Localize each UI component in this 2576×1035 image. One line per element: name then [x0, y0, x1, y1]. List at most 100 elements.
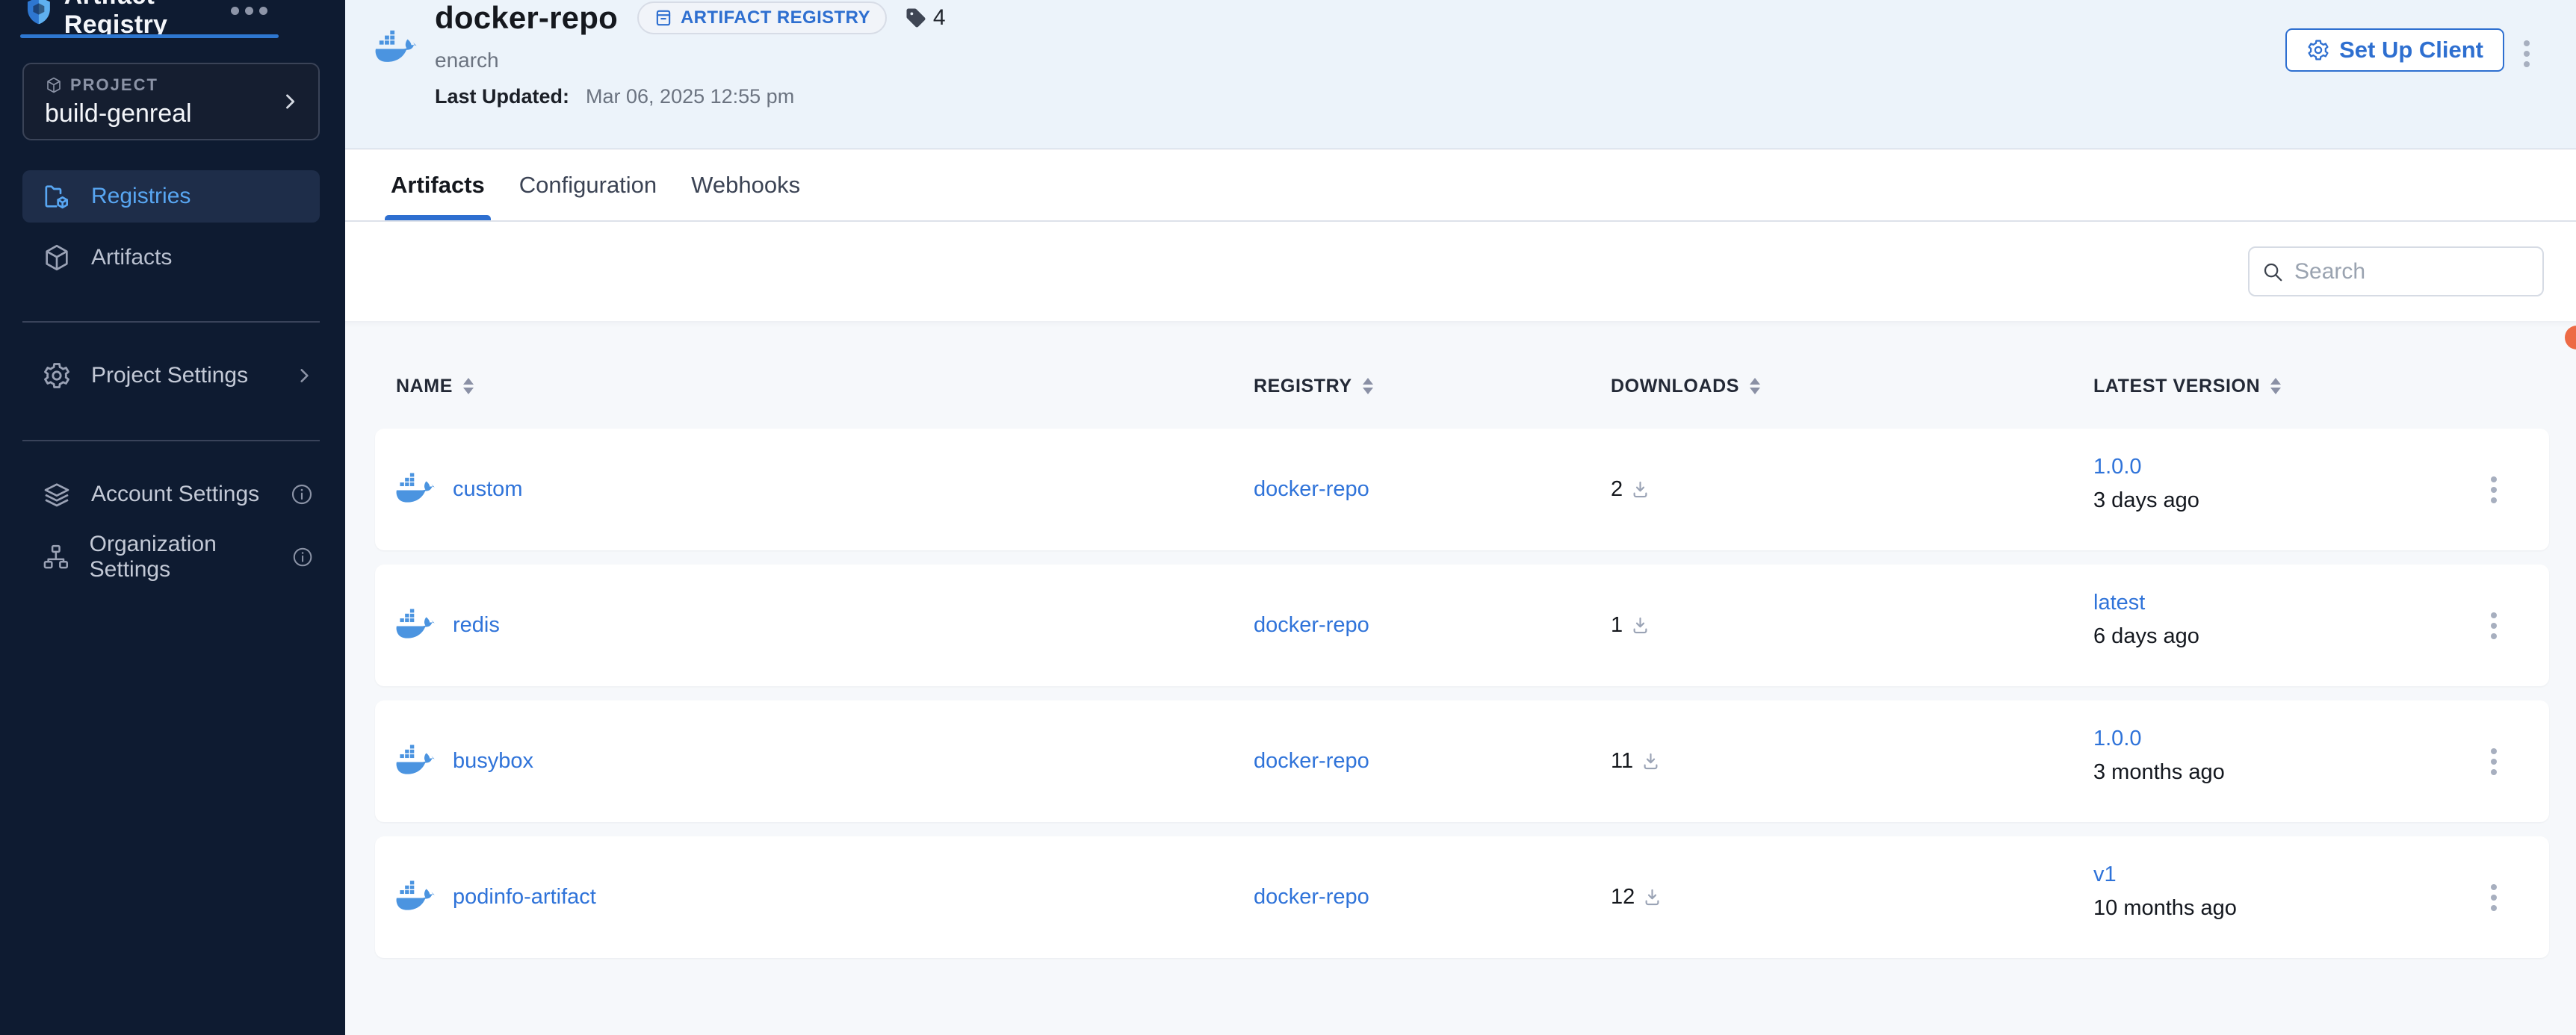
tag-icon — [905, 7, 927, 29]
search-box[interactable] — [2248, 246, 2544, 296]
registry-link[interactable]: docker-repo — [1254, 885, 1369, 910]
column-header-name[interactable]: NAME — [396, 376, 1254, 397]
sidebar-item-account-settings[interactable]: Account Settings — [22, 468, 320, 520]
gear-icon — [42, 361, 72, 391]
sidebar-item-registries[interactable]: Registries — [22, 170, 320, 223]
artifact-name-link[interactable]: redis — [453, 613, 500, 638]
registry-link[interactable]: docker-repo — [1254, 477, 1369, 502]
docker-whale-icon — [396, 745, 436, 779]
gear-icon — [2306, 38, 2330, 62]
info-icon[interactable] — [290, 482, 314, 506]
downloads-count: 2 — [1611, 477, 1623, 502]
page-title: docker-repo — [435, 0, 618, 36]
sort-arrows-icon — [1750, 378, 1760, 394]
download-icon — [1642, 887, 1662, 907]
sidebar: Artifact Registry PROJECT build-genreal … — [0, 0, 345, 1035]
row-kebab-menu[interactable] — [2485, 742, 2503, 781]
tab-configuration[interactable]: Configuration — [519, 149, 657, 220]
sidebar-item-label: Project Settings — [91, 363, 248, 388]
column-header-downloads[interactable]: DOWNLOADS — [1611, 376, 2093, 397]
latest-version-link[interactable]: v1 — [2093, 862, 2117, 887]
download-icon — [1641, 751, 1661, 771]
downloads-count: 12 — [1611, 885, 1635, 910]
artifacts-cube-icon — [42, 243, 72, 273]
search-input[interactable] — [2294, 259, 2530, 285]
latest-version-link[interactable]: 1.0.0 — [2093, 455, 2142, 479]
project-name: build-genreal — [45, 99, 279, 128]
info-icon[interactable] — [291, 545, 314, 569]
registry-link[interactable]: docker-repo — [1254, 613, 1369, 638]
artifact-name-link[interactable]: custom — [453, 477, 522, 502]
search-icon — [2261, 261, 2284, 283]
table-row: custom docker-repo 2 1.0.0 3 days ago — [375, 429, 2549, 550]
registries-folder-package-icon — [42, 181, 72, 211]
header-kebab-menu[interactable] — [2518, 34, 2536, 73]
version-age: 10 months ago — [2093, 896, 2237, 921]
artifact-name-link[interactable]: busybox — [453, 749, 533, 774]
app-logo-shield-icon — [24, 0, 54, 28]
project-cube-icon — [45, 76, 63, 94]
docker-whale-icon — [396, 473, 436, 507]
column-header-latest-version[interactable]: LATEST VERSION — [2093, 376, 2459, 397]
registry-type-badge: ARTIFACT REGISTRY — [637, 1, 887, 34]
table-toolbar — [345, 222, 2576, 321]
sort-arrows-icon — [2270, 378, 2281, 394]
docker-whale-icon — [396, 880, 436, 915]
project-selector[interactable]: PROJECT build-genreal — [22, 63, 320, 140]
app-logo-row: Artifact Registry — [0, 0, 345, 30]
chevron-right-icon — [294, 366, 314, 385]
artifact-name-link[interactable]: podinfo-artifact — [453, 885, 596, 910]
tab-bar: Artifacts Configuration Webhooks — [345, 149, 2576, 222]
column-header-registry[interactable]: REGISTRY — [1254, 376, 1611, 397]
sidebar-item-label: Organization Settings — [90, 532, 291, 582]
tab-label: Configuration — [519, 172, 657, 199]
sidebar-nav: Registries Artifacts — [22, 170, 320, 293]
sidebar-overflow-menu-icon[interactable] — [231, 7, 267, 15]
project-label: PROJECT — [70, 75, 158, 95]
sort-arrows-icon — [463, 378, 474, 394]
registry-box-icon — [654, 8, 673, 28]
download-icon — [1630, 615, 1650, 635]
version-age: 3 months ago — [2093, 760, 2225, 785]
row-kebab-menu[interactable] — [2485, 470, 2503, 509]
downloads-count: 11 — [1611, 749, 1633, 774]
set-up-client-button[interactable]: Set Up Client — [2285, 28, 2504, 72]
table-row: podinfo-artifact docker-repo 12 v1 10 mo… — [375, 836, 2549, 958]
docker-whale-icon — [396, 609, 436, 643]
set-up-client-label: Set Up Client — [2339, 37, 2483, 63]
sidebar-item-artifacts[interactable]: Artifacts — [22, 231, 320, 284]
chevron-right-icon — [279, 91, 300, 112]
artifacts-table: NAME REGISTRY DOWNLOADS LATEST VERSION — [345, 321, 2576, 1035]
table-row: busybox docker-repo 11 1.0.0 3 months ag… — [375, 700, 2549, 822]
sidebar-item-label: Account Settings — [91, 482, 259, 507]
docker-whale-icon — [375, 30, 418, 67]
registry-link[interactable]: docker-repo — [1254, 749, 1369, 774]
last-updated-label: Last Updated: — [435, 85, 569, 108]
row-kebab-menu[interactable] — [2485, 606, 2503, 645]
latest-version-link[interactable]: 1.0.0 — [2093, 727, 2142, 751]
tag-count: 4 — [905, 5, 946, 31]
sidebar-item-label: Registries — [91, 184, 191, 209]
sort-arrows-icon — [1363, 378, 1373, 394]
version-age: 6 days ago — [2093, 624, 2199, 649]
download-icon — [1630, 479, 1650, 500]
downloads-count: 1 — [1611, 613, 1623, 638]
tag-count-value: 4 — [933, 5, 946, 31]
layers-gear-icon — [42, 479, 72, 509]
table-header-row: NAME REGISTRY DOWNLOADS LATEST VERSION — [375, 371, 2549, 401]
table-body: custom docker-repo 2 1.0.0 3 days ago — [375, 429, 2549, 958]
sidebar-divider — [22, 321, 320, 323]
sidebar-divider — [22, 440, 320, 441]
version-age: 3 days ago — [2093, 488, 2199, 513]
help-beacon-button[interactable] — [2565, 326, 2576, 349]
tab-artifacts[interactable]: Artifacts — [391, 149, 485, 220]
tab-label: Webhooks — [691, 172, 800, 199]
sidebar-item-project-settings[interactable]: Project Settings — [22, 349, 320, 402]
main-content: docker-repo ARTIFACT REGISTRY 4 enarch L… — [345, 0, 2576, 1035]
org-chart-icon — [42, 542, 70, 572]
tab-webhooks[interactable]: Webhooks — [691, 149, 800, 220]
latest-version-link[interactable]: latest — [2093, 591, 2145, 615]
row-kebab-menu[interactable] — [2485, 878, 2503, 917]
sidebar-item-organization-settings[interactable]: Organization Settings — [22, 531, 320, 583]
last-updated-value: Mar 06, 2025 12:55 pm — [586, 85, 794, 108]
